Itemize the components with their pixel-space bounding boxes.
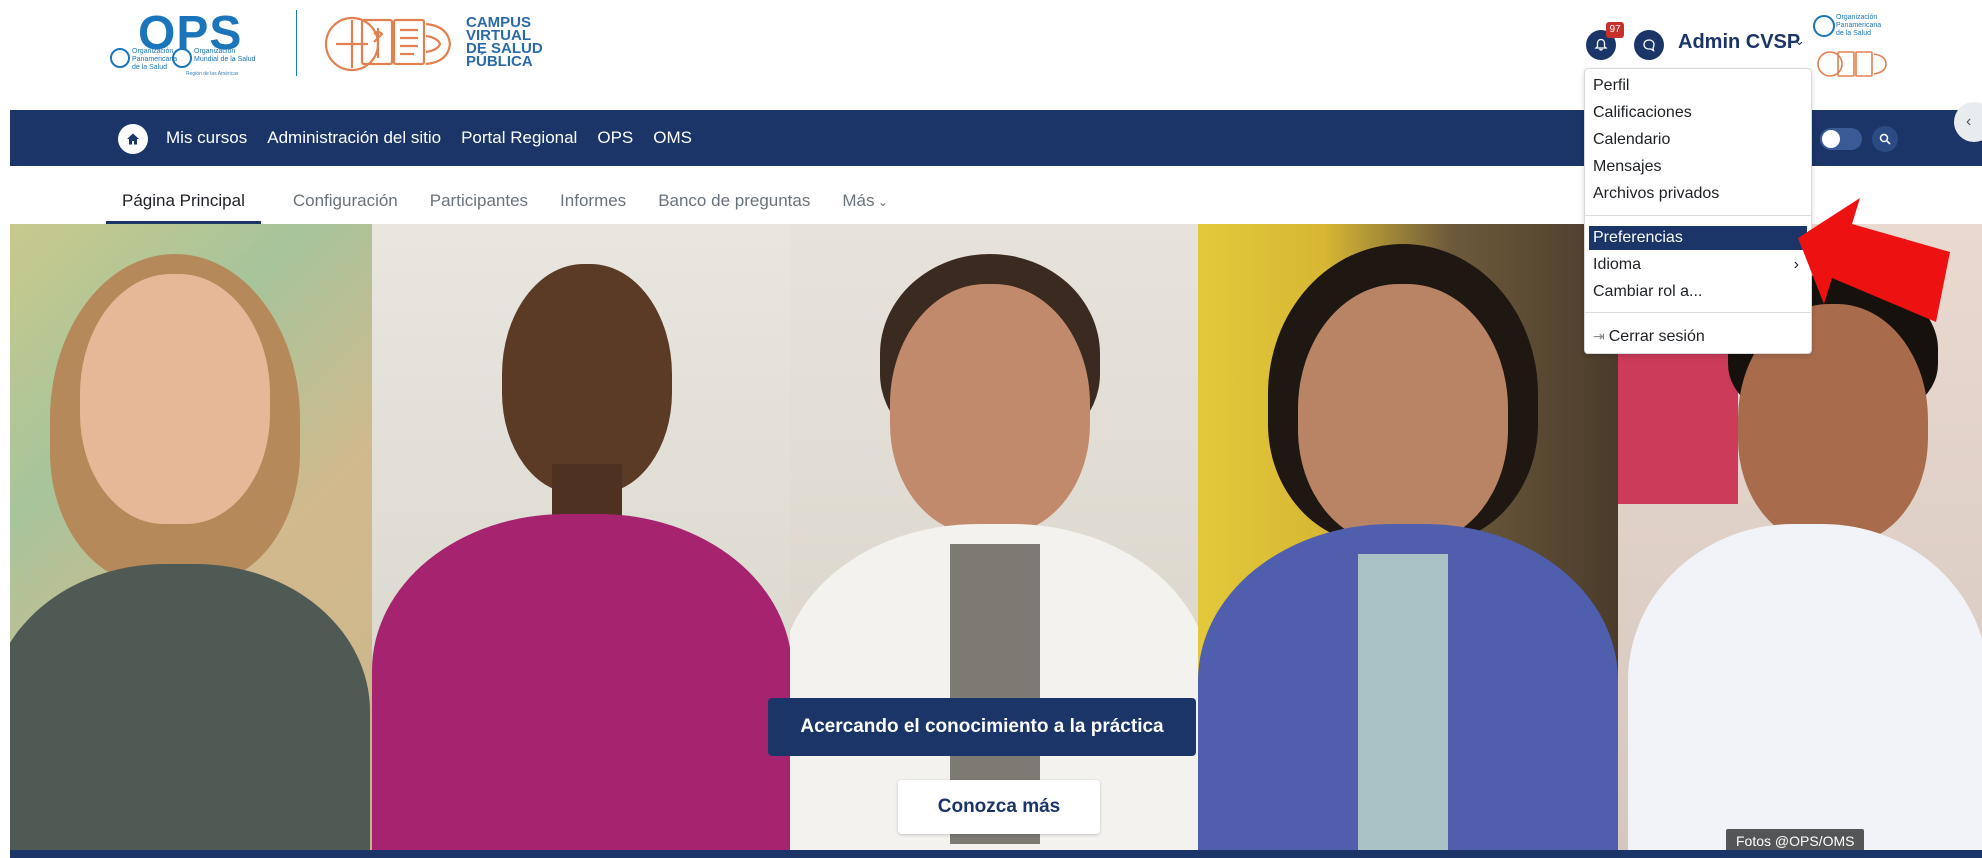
tab-mas-label: Más xyxy=(842,191,875,210)
org-logo-text: Organización Panamericana de la Salud xyxy=(1836,14,1882,37)
bell-icon xyxy=(1594,38,1608,51)
user-menu-toggle[interactable]: Admin CVSP xyxy=(1678,31,1800,54)
messages-button[interactable] xyxy=(1634,30,1664,60)
tab-configuracion[interactable]: Configuración xyxy=(293,178,398,224)
menu-separator xyxy=(1585,215,1811,216)
org-logo: Organización Panamericana de la Salud xyxy=(1812,12,1892,78)
menu-item-mensajes[interactable]: Mensajes xyxy=(1585,155,1811,179)
menu-separator xyxy=(1585,312,1811,313)
hero-photo-2-face xyxy=(502,264,672,494)
logout-icon: ⇥ xyxy=(1593,328,1605,344)
tab-mas[interactable]: Más ⌄ xyxy=(842,178,888,225)
menu-item-cerrar-sesion-label: Cerrar sesión xyxy=(1608,328,1705,345)
menu-item-preferencias[interactable]: Preferencias xyxy=(1589,226,1807,250)
hero-photo-1-face xyxy=(80,274,270,524)
secondary-nav: Página Principal Configuración Participa… xyxy=(106,178,888,225)
dark-mode-toggle[interactable] xyxy=(1820,128,1862,150)
who-emblem-icon xyxy=(172,48,192,68)
tab-participantes[interactable]: Participantes xyxy=(430,178,528,224)
chat-icon xyxy=(1643,39,1655,52)
hero-photo-2-shirt xyxy=(372,514,790,850)
logo-divider xyxy=(296,10,297,76)
hero-photo-3-face xyxy=(890,284,1090,534)
nav-portal-regional[interactable]: Portal Regional xyxy=(461,128,577,148)
search-button[interactable] xyxy=(1872,126,1898,152)
menu-item-cerrar-sesion[interactable]: ⇥ Cerrar sesión xyxy=(1585,324,1811,348)
menu-item-perfil[interactable]: Perfil xyxy=(1585,74,1811,98)
menu-item-archivos-privados[interactable]: Archivos privados xyxy=(1585,182,1811,206)
footer-bar xyxy=(10,850,1982,858)
menu-item-calificaciones[interactable]: Calificaciones xyxy=(1585,101,1811,125)
hero-photo-5-uniform xyxy=(1628,524,1982,850)
hero-photo-3 xyxy=(790,224,1198,850)
nav-mis-cursos[interactable]: Mis cursos xyxy=(166,128,247,148)
hero-photo-2 xyxy=(372,224,790,850)
search-icon xyxy=(1879,133,1891,145)
chevron-down-icon: ⌄ xyxy=(874,195,888,209)
nav-oms[interactable]: OMS xyxy=(653,128,692,148)
chevron-left-icon: ‹ xyxy=(1966,113,1972,130)
ops-logo-right-caption: Organización Mundial de la Salud xyxy=(194,48,256,63)
annotation-arrow xyxy=(1798,198,1950,322)
user-menu-dropdown: Perfil Calificaciones Calendario Mensaje… xyxy=(1584,68,1812,354)
nav-ops[interactable]: OPS xyxy=(597,128,633,148)
notifications-badge: 97 xyxy=(1606,22,1624,38)
menu-item-idioma[interactable]: Idioma › xyxy=(1585,253,1811,277)
menu-item-calendario[interactable]: Calendario xyxy=(1585,128,1811,152)
tab-pagina-principal[interactable]: Página Principal xyxy=(106,178,261,224)
campus-logo-text: CAMPUS VIRTUAL DE SALUD PÚBLICA xyxy=(466,14,543,70)
menu-item-idioma-label: Idioma xyxy=(1593,256,1642,273)
primary-nav-items: Mis cursos Administración del sitio Port… xyxy=(166,110,712,166)
ops-logo[interactable]: OPS Organización Panamericana de la Salu… xyxy=(108,6,288,80)
ops-logo-left-caption: Organización Panamericana de la Salud xyxy=(132,48,178,71)
chevron-down-icon[interactable]: ⌄ xyxy=(1794,33,1805,49)
conozca-mas-button[interactable]: Conozca más xyxy=(898,780,1100,834)
tab-banco-de-preguntas[interactable]: Banco de preguntas xyxy=(658,178,810,224)
hero-photo-4-shirt xyxy=(1358,554,1448,850)
hero-photo-4 xyxy=(1198,224,1618,850)
nav-administracion-del-sitio[interactable]: Administración del sitio xyxy=(267,128,441,148)
paho-emblem-icon xyxy=(110,48,130,68)
hero-tagline: Acercando el conocimiento a la práctica xyxy=(768,698,1196,756)
menu-item-cambiar-rol[interactable]: Cambiar rol a... xyxy=(1585,280,1811,304)
home-icon xyxy=(127,133,139,145)
hero-photo-1 xyxy=(10,224,372,850)
ops-logo-region: Región de las Américas xyxy=(186,71,239,77)
home-button[interactable] xyxy=(118,124,148,154)
campus-emblem-icon[interactable] xyxy=(322,14,456,74)
hero-photo-1-shirt xyxy=(10,564,370,850)
tab-informes[interactable]: Informes xyxy=(560,178,626,224)
toggle-knob xyxy=(1822,130,1840,148)
hero-photo-4-face xyxy=(1298,284,1508,544)
page: OPS Organización Panamericana de la Salu… xyxy=(0,0,1982,858)
